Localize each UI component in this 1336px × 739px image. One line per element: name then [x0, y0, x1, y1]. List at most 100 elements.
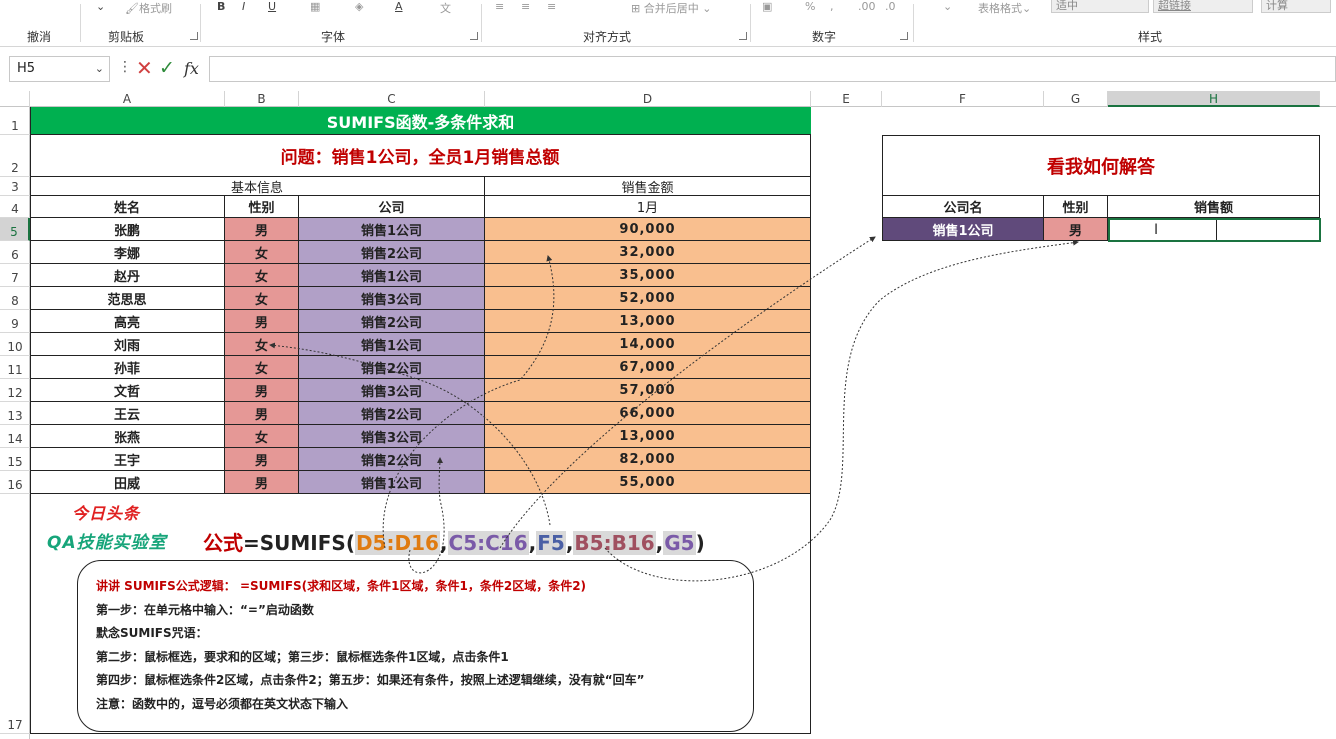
- answer-company-cell[interactable]: 销售1公司: [882, 218, 1044, 241]
- name-cell[interactable]: 张鹏: [30, 218, 225, 241]
- row-header[interactable]: 5: [0, 218, 30, 241]
- row-header[interactable]: 1: [0, 107, 30, 135]
- row-header[interactable]: 14: [0, 425, 30, 448]
- amount-cell[interactable]: 90,000: [485, 218, 811, 241]
- amount-cell[interactable]: 32,000: [485, 241, 811, 264]
- row-header[interactable]: 4: [0, 196, 30, 218]
- company-cell[interactable]: 销售3公司: [299, 379, 485, 402]
- cancel-icon[interactable]: ✕: [136, 56, 153, 80]
- sheet-title[interactable]: SUMIFS函数-多条件求和: [30, 107, 811, 135]
- dialog-launcher-icon[interactable]: [739, 32, 747, 40]
- column-header-b[interactable]: B: [225, 91, 299, 107]
- enter-icon[interactable]: ✓: [159, 56, 175, 80]
- fill-color-icon[interactable]: ◈: [355, 0, 363, 13]
- gender-cell[interactable]: 女: [225, 425, 299, 448]
- column-header-d[interactable]: D: [485, 91, 811, 107]
- chevron-down-icon[interactable]: ⌄: [96, 0, 105, 13]
- company-cell[interactable]: 销售2公司: [299, 241, 485, 264]
- column-header-g[interactable]: G: [1044, 91, 1108, 107]
- gender-cell[interactable]: 男: [225, 379, 299, 402]
- currency-icon[interactable]: ▣: [762, 0, 772, 13]
- undo-label[interactable]: 撤消: [27, 28, 51, 45]
- name-cell[interactable]: 王宇: [30, 448, 225, 471]
- header-company[interactable]: 公司: [299, 196, 485, 218]
- bold-button[interactable]: B: [217, 0, 225, 13]
- conditional-format-icon[interactable]: ⌄: [943, 0, 952, 13]
- align-right-icon[interactable]: ≡: [547, 0, 556, 13]
- row-header[interactable]: 6: [0, 241, 30, 264]
- amount-cell[interactable]: 35,000: [485, 264, 811, 287]
- percent-button[interactable]: %: [805, 0, 815, 13]
- phonetic-icon[interactable]: 文: [440, 0, 451, 16]
- row-header[interactable]: 7: [0, 264, 30, 287]
- dialog-launcher-icon[interactable]: [470, 32, 478, 40]
- gender-cell[interactable]: 女: [225, 333, 299, 356]
- name-cell[interactable]: 李娜: [30, 241, 225, 264]
- increase-decimal-icon[interactable]: .00: [858, 0, 876, 13]
- header-name[interactable]: 姓名: [30, 196, 225, 218]
- amount-cell[interactable]: 66,000: [485, 402, 811, 425]
- row-header[interactable]: 2: [0, 135, 30, 177]
- name-cell[interactable]: 高亮: [30, 310, 225, 333]
- company-cell[interactable]: 销售1公司: [299, 471, 485, 494]
- row-header[interactable]: 15: [0, 448, 30, 471]
- company-cell[interactable]: 销售1公司: [299, 218, 485, 241]
- gender-cell[interactable]: 男: [225, 218, 299, 241]
- dialog-launcher-icon[interactable]: [900, 32, 908, 40]
- name-cell[interactable]: 文哲: [30, 379, 225, 402]
- amount-cell[interactable]: 13,000: [485, 425, 811, 448]
- formula-input[interactable]: [209, 56, 1336, 82]
- more-options-icon[interactable]: ⋮: [118, 59, 132, 75]
- name-cell[interactable]: 范思思: [30, 287, 225, 310]
- company-cell[interactable]: 销售1公司: [299, 333, 485, 356]
- name-cell[interactable]: 张燕: [30, 425, 225, 448]
- column-header-f[interactable]: F: [882, 91, 1044, 107]
- name-box[interactable]: H5 ⌄: [9, 56, 110, 82]
- gender-cell[interactable]: 男: [225, 448, 299, 471]
- row-header[interactable]: 3: [0, 177, 30, 196]
- name-cell[interactable]: 孙菲: [30, 356, 225, 379]
- comma-style-icon[interactable]: ,: [830, 0, 834, 13]
- row-header[interactable]: 17: [0, 494, 30, 734]
- merge-center-button[interactable]: ⊞ 合并后居中 ⌄: [631, 0, 711, 16]
- amount-cell[interactable]: 13,000: [485, 310, 811, 333]
- answer-title[interactable]: 看我如何解答: [882, 135, 1320, 196]
- company-cell[interactable]: 销售1公司: [299, 264, 485, 287]
- amount-cell[interactable]: 67,000: [485, 356, 811, 379]
- row-header[interactable]: 11: [0, 356, 30, 379]
- company-cell[interactable]: 销售2公司: [299, 310, 485, 333]
- gender-cell[interactable]: 女: [225, 241, 299, 264]
- name-cell[interactable]: 赵丹: [30, 264, 225, 287]
- insert-function-icon[interactable]: fx: [184, 57, 199, 81]
- amount-cell[interactable]: 57,000: [485, 379, 811, 402]
- name-cell[interactable]: 田威: [30, 471, 225, 494]
- answer-header-company[interactable]: 公司名: [882, 196, 1044, 218]
- amount-cell[interactable]: 82,000: [485, 448, 811, 471]
- italic-button[interactable]: I: [242, 0, 245, 13]
- format-painter-button[interactable]: 🖌格式刷: [125, 0, 172, 16]
- style-hyperlink[interactable]: 超链接: [1153, 0, 1253, 13]
- gender-cell[interactable]: 男: [225, 310, 299, 333]
- answer-header-gender[interactable]: 性别: [1044, 196, 1108, 218]
- decrease-decimal-icon[interactable]: .0: [885, 0, 896, 13]
- select-all-corner[interactable]: [0, 91, 30, 107]
- company-cell[interactable]: 销售2公司: [299, 356, 485, 379]
- gender-cell[interactable]: 男: [225, 471, 299, 494]
- active-cell-h5[interactable]: Ⅰ: [1108, 218, 1321, 242]
- question-cell[interactable]: 问题：销售1公司，全员1月销售总额: [30, 135, 811, 177]
- company-cell[interactable]: 销售2公司: [299, 402, 485, 425]
- border-icon[interactable]: ▦: [310, 0, 320, 13]
- row-header[interactable]: 13: [0, 402, 30, 425]
- header-sales-amount[interactable]: 销售金额: [485, 177, 811, 196]
- amount-cell[interactable]: 52,000: [485, 287, 811, 310]
- company-cell[interactable]: 销售2公司: [299, 448, 485, 471]
- gender-cell[interactable]: 女: [225, 287, 299, 310]
- align-left-icon[interactable]: ≡: [495, 0, 504, 13]
- dialog-launcher-icon[interactable]: [190, 32, 198, 40]
- align-center-icon[interactable]: ≡: [521, 0, 530, 13]
- chevron-down-icon[interactable]: ⌄: [95, 57, 104, 81]
- style-neutral[interactable]: 适中: [1051, 0, 1149, 13]
- header-gender[interactable]: 性别: [225, 196, 299, 218]
- font-color-button[interactable]: A: [395, 0, 403, 13]
- row-header[interactable]: 10: [0, 333, 30, 356]
